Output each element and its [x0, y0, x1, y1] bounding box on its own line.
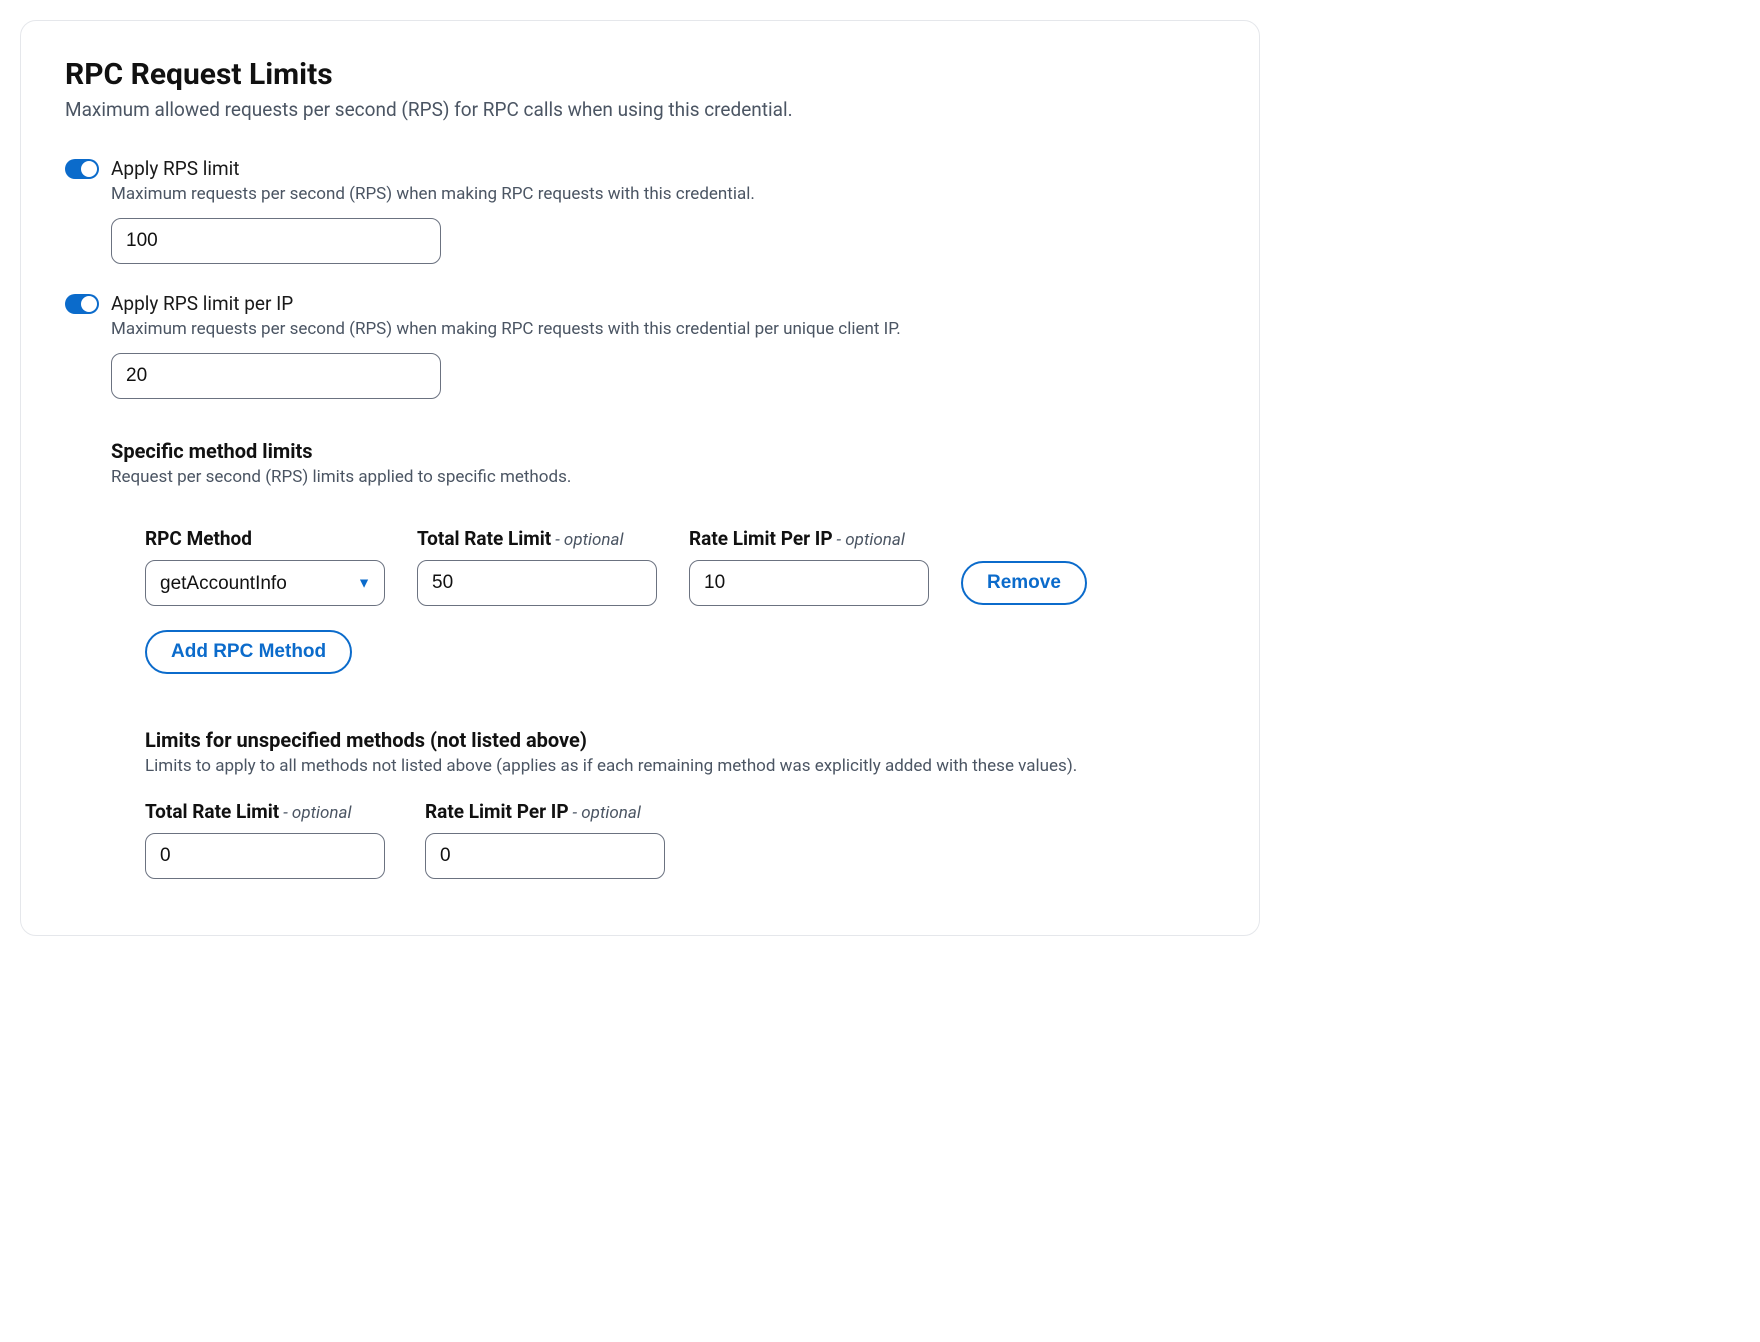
rps-limit-input[interactable] — [111, 218, 441, 264]
unspec-total-label: Total Rate Limit — [145, 800, 279, 823]
specific-methods-title: Specific method limits — [111, 439, 1215, 463]
unspecified-methods-section: Limits for unspecified methods (not list… — [145, 728, 1215, 879]
card-title: RPC Request Limits — [65, 57, 1215, 92]
unspecified-desc: Limits to apply to all methods not liste… — [145, 756, 1215, 776]
specific-methods-section: Specific method limits Request per secon… — [111, 439, 1215, 487]
unspecified-title: Limits for unspecified methods (not list… — [145, 728, 1215, 752]
rate-limit-per-ip-input[interactable] — [689, 560, 929, 606]
col-perip-optional: - optional — [837, 530, 905, 550]
rps-limit-label: Apply RPS limit — [111, 157, 239, 180]
remove-method-button[interactable]: Remove — [961, 561, 1087, 605]
col-total-label: Total Rate Limit — [417, 527, 551, 550]
rps-limit-ip-label: Apply RPS limit per IP — [111, 292, 293, 315]
unspec-perip-label: Rate Limit Per IP — [425, 800, 569, 823]
col-total-optional: - optional — [555, 530, 623, 550]
col-perip-label: Rate Limit Per IP — [689, 527, 833, 550]
unspec-total-input[interactable] — [145, 833, 385, 879]
col-method-label: RPC Method — [145, 527, 385, 550]
rps-limit-ip-toggle[interactable] — [65, 294, 99, 314]
method-limits-table: RPC Method getAccountInfo ▼ Total Rate L… — [145, 527, 1215, 674]
rps-limit-section: Apply RPS limit Maximum requests per sec… — [65, 157, 1215, 264]
rpc-method-select[interactable]: getAccountInfo — [145, 560, 385, 606]
unspec-perip-input[interactable] — [425, 833, 665, 879]
add-rpc-method-button[interactable]: Add RPC Method — [145, 630, 352, 674]
rps-limit-ip-input[interactable] — [111, 353, 441, 399]
rps-limit-toggle[interactable] — [65, 159, 99, 179]
rpc-limits-card: RPC Request Limits Maximum allowed reque… — [20, 20, 1260, 936]
specific-methods-desc: Request per second (RPS) limits applied … — [111, 467, 1215, 487]
rps-limit-ip-desc: Maximum requests per second (RPS) when m… — [111, 319, 1215, 339]
rps-limit-desc: Maximum requests per second (RPS) when m… — [111, 184, 1215, 204]
rps-limit-ip-section: Apply RPS limit per IP Maximum requests … — [65, 292, 1215, 399]
unspec-total-optional: - optional — [283, 803, 351, 823]
total-rate-limit-input[interactable] — [417, 560, 657, 606]
unspec-perip-optional: - optional — [573, 803, 641, 823]
card-subtitle: Maximum allowed requests per second (RPS… — [65, 98, 1215, 121]
